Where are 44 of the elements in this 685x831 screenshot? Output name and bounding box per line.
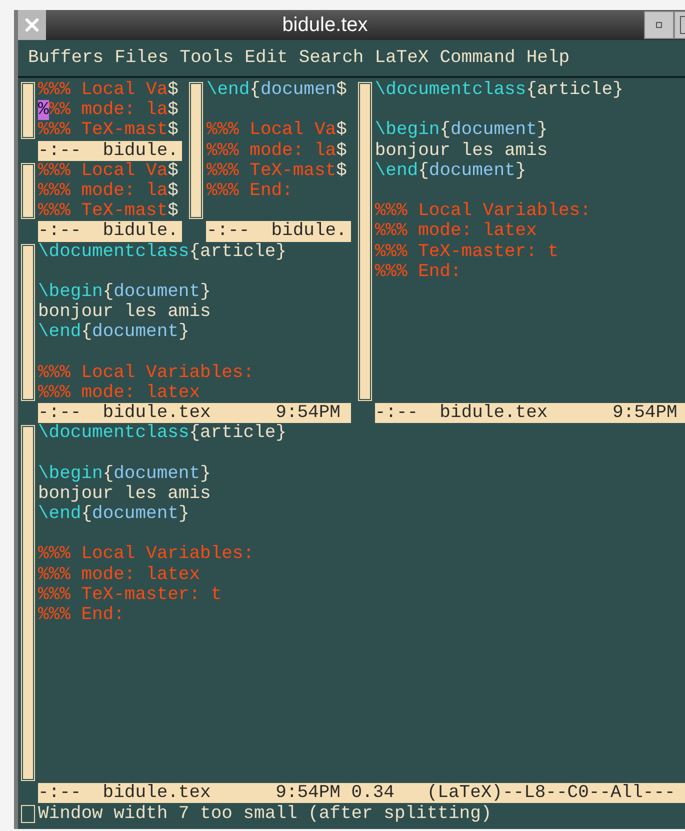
minibuffer-scrollbar-icon [21,805,35,823]
code-line: bonjour les amis [374,140,549,161]
menu-item[interactable]: Edit [244,44,288,72]
code-line: %%% mode: latex [38,382,202,403]
code-line: %%% mode: la$ [38,180,178,202]
window-title: bidule.tex [281,13,369,38]
menu-item[interactable]: Buffers [28,44,104,72]
code-line: \documentclass{article} [38,423,286,444]
code-line: \end{document} [38,322,190,342]
minimize-icon[interactable] [644,11,674,39]
code-line: %%% Local Va$ [206,120,347,141]
code-line: %%% TeX-master: t [374,242,560,262]
code-line: %%% TeX-mast$ [206,160,347,181]
menu-item[interactable]: LaTeX [374,44,429,72]
code-line: bonjour les amis [38,484,212,504]
code-line: %%% mode: latex [374,221,538,242]
code-line: %%% Local Va$ [38,80,178,100]
code-line: bonjour les amis [38,302,212,322]
code-line: %%% Local Variables: [38,544,256,564]
code-line: %%% TeX-mast$ [38,201,178,222]
code-line: \end{documen$ [206,80,347,100]
code-line: \begin{document} [38,464,212,484]
code-line: %%% Local Variables: [38,362,256,383]
menu-item[interactable]: Search [298,44,364,72]
code-line: %%% mode: latex [38,564,202,585]
menu-item[interactable]: Command [440,44,516,72]
code-line: %%% End: [374,262,462,282]
menu-item[interactable]: Files [114,44,169,72]
code-line: \end{document} [38,504,190,524]
code-line: %%% End: [206,180,294,202]
code-line: \documentclass{article} [38,242,286,262]
code-line: \begin{document} [38,282,212,302]
minibuffer-message: Window width 7 too small (after splitting) [38,802,492,826]
code-line: %%% TeX-mast$ [38,120,178,141]
code-line: \begin{document} [374,120,549,141]
code-line: \documentclass{article} [374,80,624,100]
code-line: %%% TeX-master: t [38,584,223,605]
menu-item[interactable]: Help [526,44,570,72]
code-line: %%% End: [38,604,126,626]
code-line: \end{document} [374,160,528,181]
code-line: %%% Local Variables: [374,201,592,222]
code-line: %%% Local Va$ [38,160,178,181]
menu-item[interactable]: Tools [180,44,234,72]
code-line: %%% mode: la$ [206,140,347,161]
